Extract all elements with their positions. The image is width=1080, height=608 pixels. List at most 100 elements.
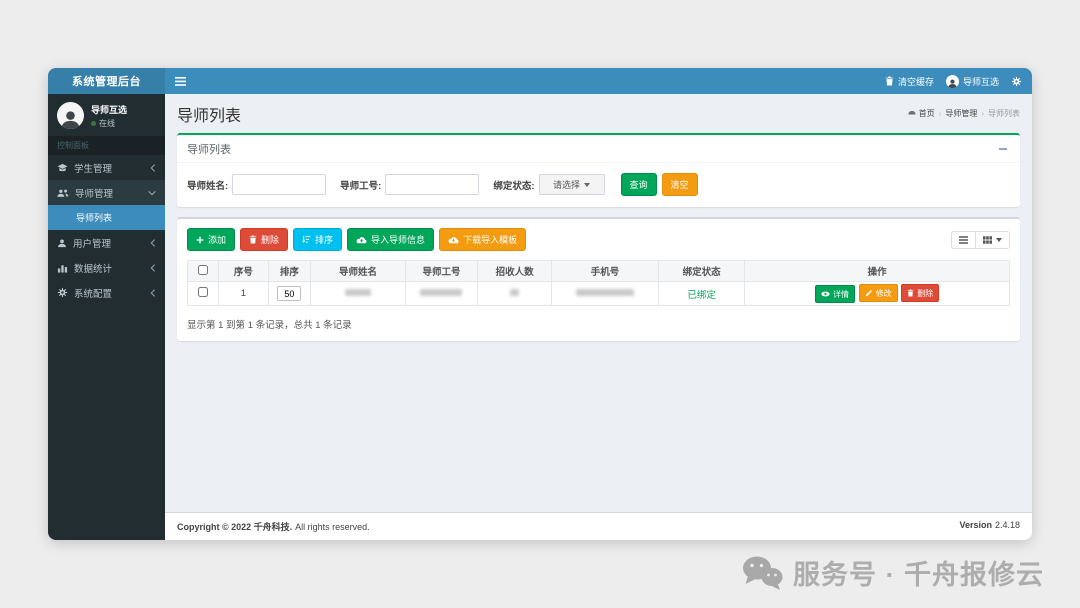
panel-collapse-button[interactable] [996, 143, 1010, 155]
chevron-left-icon [150, 289, 156, 297]
trash-icon [907, 289, 914, 297]
app-logo[interactable]: 系统管理后台 [48, 68, 165, 94]
sidebar-subitem-mentor-list[interactable]: 导师列表 [48, 205, 165, 230]
mentor-name-input[interactable] [232, 174, 326, 195]
chevron-left-icon [150, 239, 156, 247]
cloud-download-icon [448, 236, 459, 244]
navbar-username: 导师互选 [963, 75, 999, 88]
redacted-value [576, 289, 634, 296]
clear-cache-button[interactable]: 清空缓存 [885, 75, 934, 88]
sidebar-user-name: 导师互选 [91, 103, 127, 116]
seq-cell: 1 [219, 282, 268, 306]
sidebar-item-label: 数据统计 [74, 261, 112, 275]
column-header-seq: 序号 [219, 261, 268, 282]
app-footer: Copyright © 2022 千舟科技.All rights reserve… [165, 512, 1032, 540]
table-view-buttons [951, 231, 1010, 249]
sidebar-item-users[interactable]: 用户管理 [48, 230, 165, 255]
filter-panel-title: 导师列表 [187, 141, 231, 157]
table-panel: 添加 删除 [177, 217, 1020, 341]
gears-icon [1011, 76, 1022, 87]
navbar-right: 清空缓存 导师互选 [885, 75, 1032, 88]
import-mentors-button[interactable]: 导入导师信息 [347, 228, 434, 251]
body-row: 导师互选 在线 控制面板 学生管理 [48, 94, 1032, 540]
column-header-count: 招收人数 [478, 261, 552, 282]
add-button[interactable]: 添加 [187, 228, 235, 251]
search-button[interactable]: 查询 [621, 173, 657, 196]
mentor-name-label: 导师姓名: [187, 178, 228, 192]
page-title: 导师列表 [177, 102, 1020, 126]
navbar-user-menu[interactable]: 导师互选 [946, 75, 999, 88]
table-toolbar: 添加 删除 [187, 228, 1010, 251]
columns-button[interactable] [975, 231, 1010, 249]
binding-status-label: 绑定状态: [493, 178, 534, 192]
sidebar-item-label: 导师管理 [75, 186, 113, 200]
online-status-label: 在线 [99, 118, 115, 129]
breadcrumb-current: 导师列表 [988, 108, 1020, 119]
content-header: 导师列表 首页 › 导师管理 › [165, 94, 1032, 133]
screen: 系统管理后台 清空缓存 [0, 0, 1080, 608]
reset-button[interactable]: 清空 [662, 173, 698, 196]
bar-chart-icon [57, 263, 68, 273]
gears-icon [57, 287, 68, 298]
top-navbar: 系统管理后台 清空缓存 [48, 68, 1032, 94]
table-row: 1 已绑定 [188, 282, 1010, 306]
sidebar-item-mentors[interactable]: 导师管理 [48, 180, 165, 205]
mentor-id-input[interactable] [385, 174, 479, 195]
chevron-left-icon [150, 264, 156, 272]
trash-icon [885, 76, 894, 86]
admin-app-window: 系统管理后台 清空缓存 [48, 68, 1032, 540]
detail-button[interactable]: 详情 [815, 285, 855, 303]
watermark-text: 服务号 · 千舟报修云 [793, 553, 1044, 592]
column-header-sort: 排序 [268, 261, 311, 282]
breadcrumb-mentor-mgmt[interactable]: 导师管理 [945, 108, 977, 119]
table-panel-body: 添加 删除 [177, 219, 1020, 341]
mentor-table: 序号 排序 导师姓名 导师工号 招收人数 手机号 绑定状态 操作 [187, 260, 1010, 306]
column-header-id: 导师工号 [405, 261, 477, 282]
phone-cell [552, 282, 659, 306]
sidebar-toggle-button[interactable] [165, 68, 195, 94]
chevron-down-icon [148, 190, 156, 196]
toggle-view-button[interactable] [951, 231, 976, 249]
users-icon [57, 188, 69, 198]
list-icon [959, 236, 968, 244]
main-content: 导师列表 首页 › 导师管理 › [165, 94, 1032, 540]
binding-status-cell: 已绑定 [658, 282, 744, 306]
column-header-actions: 操作 [745, 261, 1010, 282]
row-checkbox[interactable] [198, 287, 208, 297]
mentor-name-cell [311, 282, 406, 306]
breadcrumb-separator: › [981, 109, 984, 118]
hamburger-icon [175, 77, 186, 86]
sidebar-avatar [57, 102, 84, 129]
table-header-row: 序号 排序 导师姓名 导师工号 招收人数 手机号 绑定状态 操作 [188, 261, 1010, 282]
column-header-phone: 手机号 [552, 261, 659, 282]
pencil-icon [865, 289, 873, 297]
download-template-button[interactable]: 下载导入模板 [439, 228, 526, 251]
edit-button[interactable]: 修改 [859, 284, 898, 302]
sort-cell [268, 282, 311, 306]
select-all-checkbox[interactable] [198, 265, 208, 275]
sidebar-item-students[interactable]: 学生管理 [48, 155, 165, 180]
binding-status-select[interactable]: 请选择 [539, 174, 605, 195]
sort-order-input[interactable] [277, 286, 301, 301]
sidebar-item-statistics[interactable]: 数据统计 [48, 255, 165, 280]
plus-icon [196, 236, 204, 244]
settings-button[interactable] [1011, 76, 1022, 87]
online-status-dot [91, 121, 96, 126]
sidebar-item-config[interactable]: 系统配置 [48, 280, 165, 305]
sort-button[interactable]: 排序 [293, 228, 342, 251]
user-icon [57, 238, 67, 248]
breadcrumb-separator: › [939, 109, 942, 118]
delete-button[interactable]: 删除 [240, 228, 288, 251]
breadcrumb-home[interactable]: 首页 [908, 108, 935, 119]
actions-cell: 详情 修改 [745, 282, 1010, 306]
header-checkbox-cell [188, 261, 219, 282]
sidebar-item-label: 用户管理 [73, 236, 111, 250]
sidebar-item-label: 系统配置 [74, 286, 112, 300]
recruit-count-cell [478, 282, 552, 306]
caret-down-icon [584, 183, 590, 187]
row-delete-button[interactable]: 删除 [901, 284, 939, 302]
chevron-left-icon [150, 164, 156, 172]
sidebar-item-label: 学生管理 [74, 161, 112, 175]
sidebar: 导师互选 在线 控制面板 学生管理 [48, 94, 165, 540]
column-header-name: 导师姓名 [311, 261, 406, 282]
